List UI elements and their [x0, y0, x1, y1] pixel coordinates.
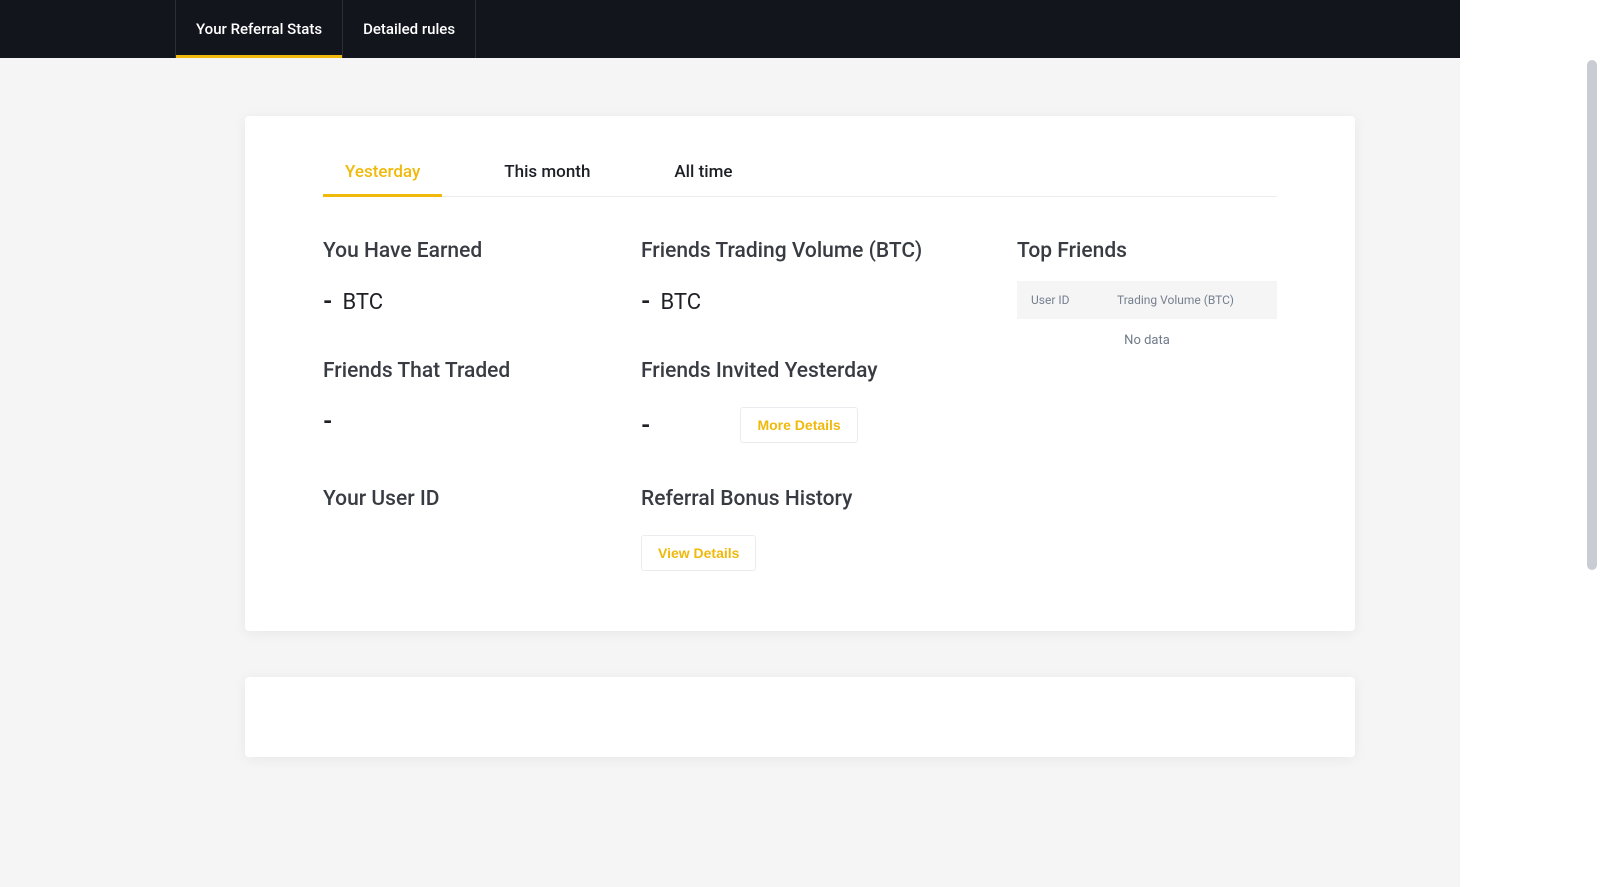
stat-friends-invited-label: Friends Invited Yesterday — [641, 359, 977, 383]
period-tab-yesterday[interactable]: Yesterday — [323, 154, 442, 196]
vertical-scrollbar[interactable] — [1587, 60, 1597, 570]
stat-volume-value-row: - BTC — [641, 287, 977, 315]
stat-earned-label: You Have Earned — [323, 239, 623, 263]
nav-tab-detailed-rules[interactable]: Detailed rules — [342, 0, 476, 58]
stat-friends-invited-row: - More Details — [641, 407, 977, 443]
stat-earned-value: - — [323, 287, 332, 315]
stat-volume: Friends Trading Volume (BTC) - BTC — [641, 239, 977, 315]
nav-tab-referral-stats[interactable]: Your Referral Stats — [175, 0, 342, 58]
period-tab-all-time[interactable]: All time — [652, 154, 754, 196]
stat-friends-traded-value-row: - — [323, 407, 623, 435]
stats-grid: You Have Earned - BTC Friends Trading Vo… — [323, 239, 977, 571]
top-friends-title: Top Friends — [1017, 239, 1277, 263]
stat-friends-invited: Friends Invited Yesterday - More Details — [641, 359, 977, 443]
stat-user-id: Your User ID — [323, 487, 623, 535]
period-tab-this-month[interactable]: This month — [482, 154, 612, 196]
top-friends-table: User ID Trading Volume (BTC) No data — [1017, 281, 1277, 362]
stat-earned-value-row: - BTC — [323, 287, 623, 315]
top-friends-col-volume: Trading Volume (BTC) — [1117, 293, 1263, 307]
stat-friends-traded: Friends That Traded - — [323, 359, 623, 435]
top-friends-empty: No data — [1017, 319, 1277, 362]
stat-bonus-history-label: Referral Bonus History — [641, 487, 977, 511]
stat-earned-currency: BTC — [342, 290, 383, 315]
stat-friends-invited-value: - — [641, 411, 650, 439]
stat-earned: You Have Earned - BTC — [323, 239, 623, 315]
stat-bonus-history: Referral Bonus History View Details — [641, 487, 977, 571]
top-nav: Your Referral Stats Detailed rules — [0, 0, 1600, 58]
page-body: Yesterday This month All time You Have E… — [0, 58, 1600, 757]
view-details-button[interactable]: View Details — [641, 535, 756, 571]
period-tabs: Yesterday This month All time — [323, 154, 1277, 197]
top-friends-panel: Top Friends User ID Trading Volume (BTC)… — [1017, 239, 1277, 571]
stat-volume-label: Friends Trading Volume (BTC) — [641, 239, 977, 263]
referral-stats-card: Yesterday This month All time You Have E… — [245, 116, 1355, 631]
stat-user-id-label: Your User ID — [323, 487, 623, 511]
more-details-button[interactable]: More Details — [740, 407, 857, 443]
stats-area: You Have Earned - BTC Friends Trading Vo… — [323, 239, 1277, 571]
stat-volume-currency: BTC — [660, 290, 701, 315]
stat-friends-traded-label: Friends That Traded — [323, 359, 623, 383]
secondary-card — [245, 677, 1355, 757]
top-friends-table-head: User ID Trading Volume (BTC) — [1017, 281, 1277, 319]
page-right-margin — [1460, 0, 1600, 887]
stat-friends-traded-value: - — [323, 407, 332, 435]
stat-volume-value: - — [641, 287, 650, 315]
top-friends-col-userid: User ID — [1031, 293, 1117, 307]
